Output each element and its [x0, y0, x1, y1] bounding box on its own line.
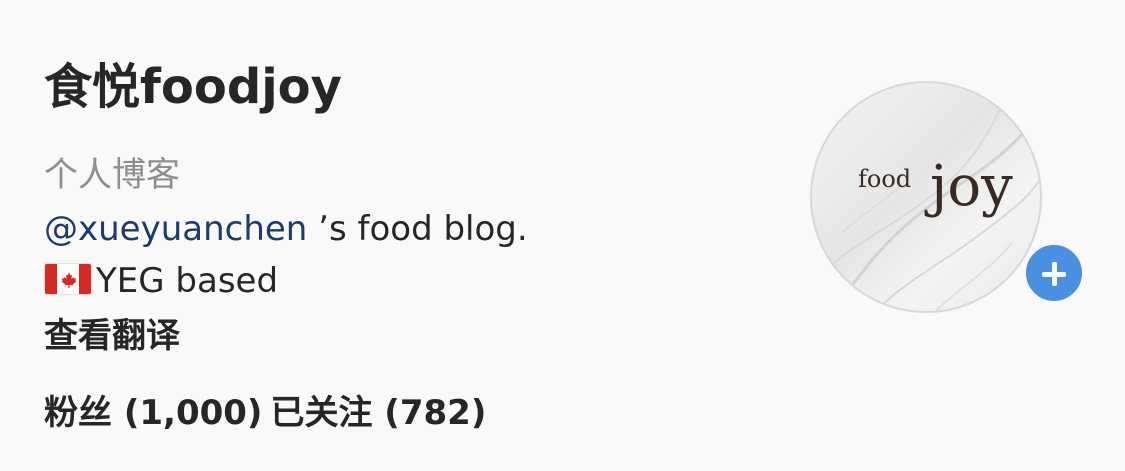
- logo-food-text: food: [858, 165, 911, 193]
- plus-icon-vertical: [1052, 262, 1057, 286]
- profile-stats: 粉丝 (1,000) 已关注 (782): [44, 389, 486, 437]
- add-story-button[interactable]: [1022, 241, 1086, 305]
- bio-line-2: YEG based: [44, 258, 278, 304]
- bio-line-2-text: YEG based: [96, 261, 279, 301]
- bio-line-1: @xueyuanchen ’s food blog.: [44, 206, 528, 252]
- canada-flag-icon: [44, 263, 92, 295]
- followers-count[interactable]: 粉丝 (1,000): [44, 389, 262, 437]
- profile-category: 个人博客: [44, 155, 180, 195]
- bio-line-1-text: ’s food blog.: [307, 209, 528, 249]
- mention-link[interactable]: @xueyuanchen: [44, 209, 307, 249]
- following-count[interactable]: 已关注 (782): [270, 389, 486, 437]
- avatar-container: food joy: [810, 81, 1086, 315]
- see-translation-link[interactable]: 查看翻译: [44, 313, 180, 359]
- avatar[interactable]: food joy: [810, 81, 1042, 313]
- foodjoy-logo: food joy: [858, 154, 1013, 219]
- profile-name: 食悦foodjoy: [44, 59, 342, 115]
- logo-joy-text: joy: [924, 154, 1013, 219]
